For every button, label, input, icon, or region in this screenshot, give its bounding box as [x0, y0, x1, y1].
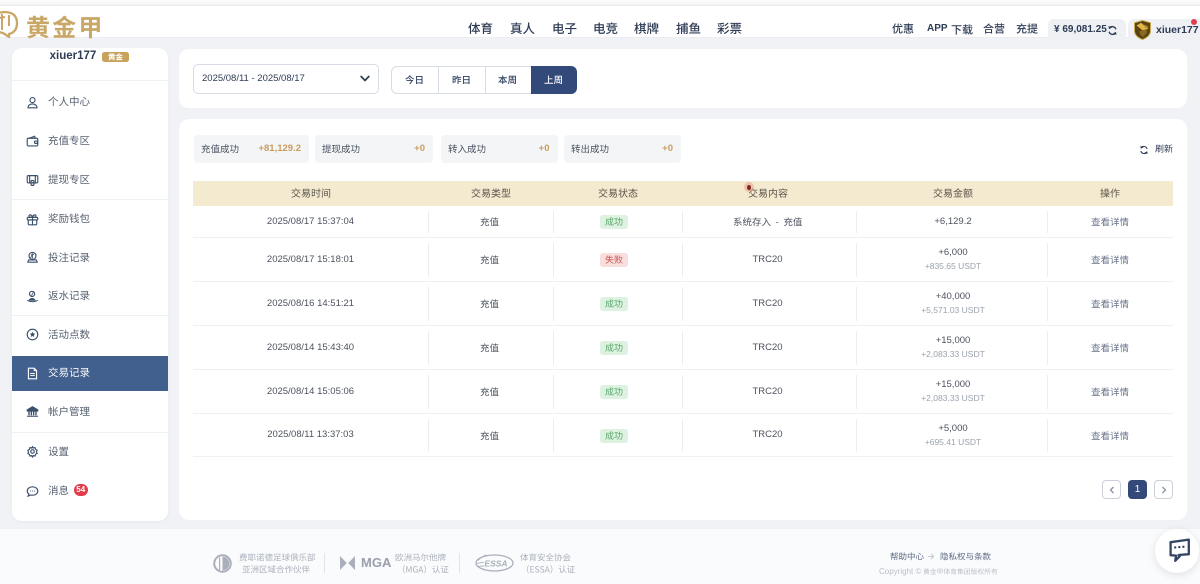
svg-text:ESSA: ESSA	[484, 558, 507, 568]
